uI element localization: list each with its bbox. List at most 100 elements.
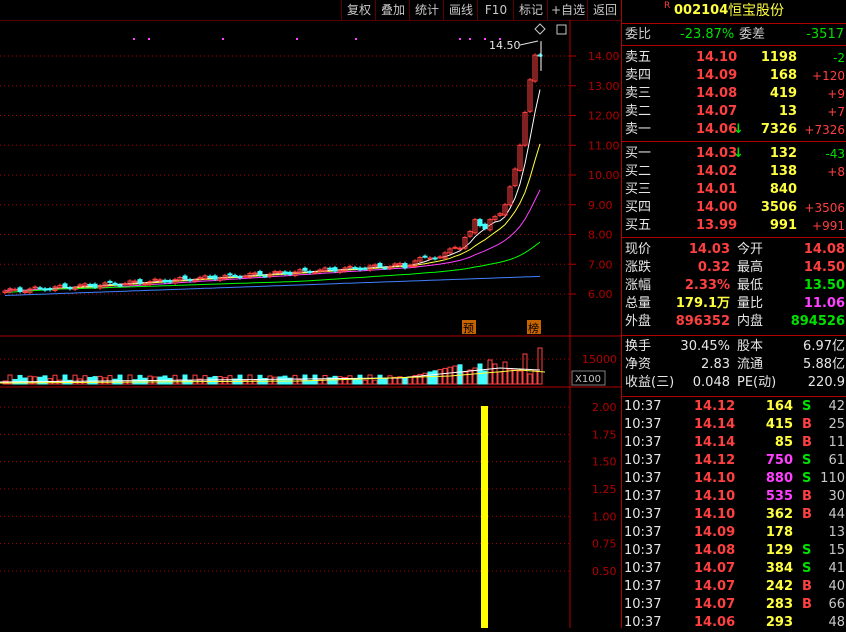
tick-row: 10:37 14.10 362 B 44 bbox=[622, 506, 846, 524]
tick-time: 10:37 bbox=[624, 597, 662, 612]
volume-bar bbox=[182, 374, 188, 385]
volume-bar bbox=[277, 376, 283, 385]
signal-dot bbox=[459, 38, 461, 40]
ask-row: 卖一 14.06 ↓ 7326 +7326 bbox=[622, 121, 846, 139]
candle-body bbox=[432, 257, 438, 260]
volume-bar bbox=[422, 372, 428, 385]
fundamental-label: 换手 bbox=[625, 339, 652, 354]
candle-body bbox=[427, 257, 433, 260]
tick-time: 10:37 bbox=[624, 525, 662, 540]
kline-chart[interactable]: 14.00 13.00 12.00 11.00 10.00 9.00 8.00 7.00 6.0… bbox=[0, 20, 621, 628]
indicator-tick-label: 1.25 bbox=[592, 483, 617, 496]
candle-body bbox=[42, 288, 48, 291]
candle-body bbox=[157, 279, 163, 282]
fuquan-button[interactable]: 复权 bbox=[341, 0, 376, 20]
book-price: 14.07 bbox=[696, 104, 738, 119]
candle-body bbox=[67, 287, 73, 290]
quote-value: 0.32 bbox=[697, 260, 730, 275]
candle-body bbox=[352, 267, 358, 270]
candle-body bbox=[87, 283, 93, 287]
volume-bar bbox=[402, 377, 408, 385]
tick-volume: 283 bbox=[765, 597, 793, 612]
candle-body bbox=[347, 265, 353, 268]
quote-row: 涨幅 2.33% 最低 13.50 bbox=[622, 277, 846, 295]
volume-bar bbox=[527, 373, 533, 385]
volume-bar bbox=[57, 379, 63, 385]
candle-body bbox=[137, 279, 143, 284]
bid-row: 买五 13.99 991 +991 bbox=[622, 217, 846, 235]
volume-bars bbox=[2, 347, 543, 385]
volume-bar bbox=[357, 374, 363, 385]
book-price: 14.03 bbox=[696, 146, 738, 161]
fundamental-label: 收益(三) bbox=[625, 375, 675, 390]
book-change: +7 bbox=[827, 105, 845, 119]
quote-label: 总量 bbox=[625, 296, 652, 311]
book-price: 14.01 bbox=[696, 182, 738, 197]
book-label: 买四 bbox=[625, 200, 652, 215]
volume-bar bbox=[512, 369, 518, 385]
candle-body bbox=[402, 263, 408, 269]
ask-row: 卖五 14.10 1198 -2 bbox=[622, 49, 846, 67]
f10-button[interactable]: F10 bbox=[477, 0, 514, 20]
candle-body bbox=[227, 273, 233, 276]
volume-bar bbox=[272, 376, 278, 385]
tick-side: B bbox=[802, 507, 812, 522]
tick-volume: 362 bbox=[765, 507, 793, 522]
tick-count: 25 bbox=[828, 417, 845, 432]
tick-price: 14.12 bbox=[694, 453, 736, 468]
quote-label: 内盘 bbox=[737, 314, 764, 329]
ask-row: 卖三 14.08 419 +9 bbox=[622, 85, 846, 103]
tick-count: 66 bbox=[828, 597, 845, 612]
price-tick-label: 7.00 bbox=[588, 258, 613, 271]
book-change: -43 bbox=[825, 147, 845, 161]
indicator-tick-label: 1.50 bbox=[592, 456, 617, 469]
indicator-tick-label: 1.75 bbox=[592, 428, 617, 441]
candle-body bbox=[12, 288, 18, 291]
candle-body bbox=[477, 219, 483, 227]
overlay-button[interactable]: 叠加 bbox=[375, 0, 410, 20]
tick-side: B bbox=[802, 417, 812, 432]
book-change: -2 bbox=[833, 51, 845, 65]
volume-bar bbox=[297, 379, 303, 385]
fundamental-value: 0.048 bbox=[692, 375, 730, 390]
fundamental-value: 220.9 bbox=[807, 375, 845, 390]
tick-row: 10:37 14.06 293 48 bbox=[622, 614, 846, 632]
tick-side: S bbox=[802, 453, 812, 468]
price-tick-label: 10.00 bbox=[588, 169, 620, 182]
tick-row: 10:37 14.07 384 S 41 bbox=[622, 560, 846, 578]
candle-body bbox=[452, 246, 458, 249]
tick-price: 14.07 bbox=[694, 597, 736, 612]
add-watchlist-button[interactable]: +自选 bbox=[547, 0, 588, 20]
stock-name: 恒宝股份 bbox=[728, 3, 784, 19]
quote-row: 外盘 896352 内盘 894526 bbox=[622, 313, 846, 331]
quote-value: 894526 bbox=[790, 314, 845, 329]
back-button[interactable]: 返回 bbox=[587, 0, 622, 20]
volume-bar bbox=[127, 374, 133, 385]
volume-bar bbox=[312, 374, 318, 385]
diamond-icon bbox=[534, 23, 546, 35]
quote-label: 外盘 bbox=[625, 314, 652, 329]
price-tick-label: 8.00 bbox=[588, 229, 613, 242]
signal-dot bbox=[355, 38, 357, 40]
tick-volume: 535 bbox=[765, 489, 793, 504]
book-change: +8 bbox=[827, 165, 845, 179]
volume-bar bbox=[222, 377, 228, 385]
quote-value: 14.50 bbox=[803, 260, 845, 275]
candle-body bbox=[357, 267, 363, 271]
tick-count: 30 bbox=[828, 489, 845, 504]
candle-body bbox=[37, 287, 43, 290]
draw-line-button[interactable]: 画线 bbox=[443, 0, 478, 20]
statistics-button[interactable]: 统计 bbox=[409, 0, 444, 20]
candle-body bbox=[187, 279, 193, 282]
signal-dot bbox=[148, 38, 150, 40]
tick-time: 10:37 bbox=[624, 507, 662, 522]
tick-price: 14.14 bbox=[694, 435, 736, 450]
book-label: 卖五 bbox=[625, 50, 652, 65]
book-change: +9 bbox=[827, 87, 845, 101]
book-label: 买一 bbox=[625, 146, 652, 161]
mark-button[interactable]: 标记 bbox=[513, 0, 548, 20]
signal-dot bbox=[296, 38, 298, 40]
tick-side: B bbox=[802, 579, 812, 594]
price-tick-label: 14.00 bbox=[588, 50, 620, 63]
signal-dot bbox=[499, 38, 501, 40]
